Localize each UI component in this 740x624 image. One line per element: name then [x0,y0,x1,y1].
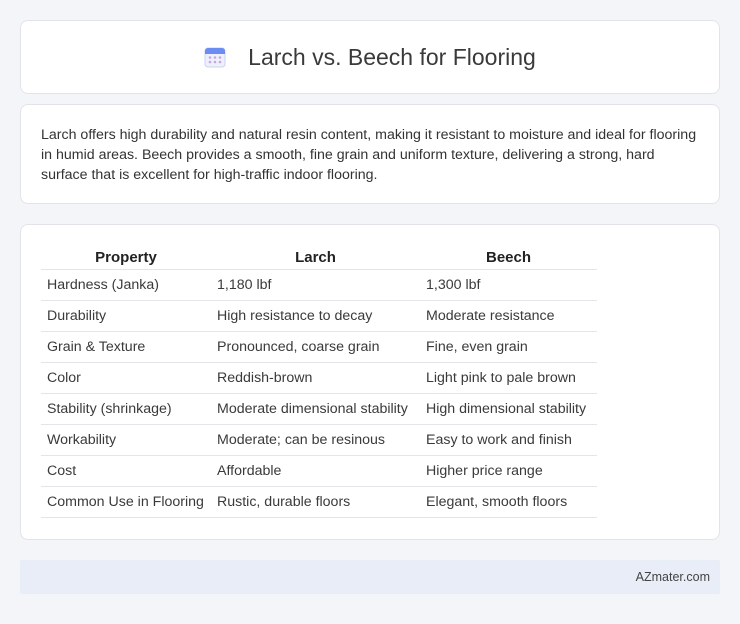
comparison-card: Property Larch Beech Hardness (Janka) 1,… [20,224,720,540]
table-row: Grain & Texture Pronounced, coarse grain… [41,331,597,363]
table-cell-beech: Easy to work and finish [420,424,597,456]
table-cell-larch: Reddish-brown [211,362,420,394]
table-row: Workability Moderate; can be resinous Ea… [41,424,597,456]
title-card: Larch vs. Beech for Flooring [20,20,720,94]
table-row: Color Reddish-brown Light pink to pale b… [41,362,597,394]
table-cell-larch: Pronounced, coarse grain [211,331,420,363]
table-cell-larch: Affordable [211,455,420,487]
title-row: Larch vs. Beech for Flooring [21,21,719,93]
table-cell-beech: Moderate resistance [420,300,597,332]
table-cell-beech: High dimensional stability [420,393,597,425]
table-cell-beech: 1,300 lbf [420,269,597,301]
table-cell-beech: Higher price range [420,455,597,487]
table-cell-larch: 1,180 lbf [211,269,420,301]
table-cell-property: Stability (shrinkage) [41,393,211,425]
column-header-property: Property [95,249,157,266]
table-row: Cost Affordable Higher price range [41,455,597,487]
table-row: Hardness (Janka) 1,180 lbf 1,300 lbf [41,269,597,301]
table-cell-property: Workability [41,424,211,456]
table-row: Common Use in Flooring Rustic, durable f… [41,486,597,518]
table-row: Stability (shrinkage) Moderate dimension… [41,393,597,425]
comparison-table: Property Larch Beech Hardness (Janka) 1,… [41,245,597,518]
column-header-larch: Larch [295,249,336,266]
table-row: Durability High resistance to decay Mode… [41,300,597,332]
table-cell-property: Common Use in Flooring [41,486,211,518]
table-cell-larch: Rustic, durable floors [211,486,420,518]
table-cell-beech: Fine, even grain [420,331,597,363]
calendar-icon [204,46,226,68]
table-cell-larch: Moderate dimensional stability [211,393,420,425]
footer-site-link[interactable]: AZmater.com [636,570,710,584]
table-header-row: Property Larch Beech [41,245,597,270]
column-header-beech: Beech [485,249,532,266]
table-cell-property: Cost [41,455,211,487]
footer-bar: AZmater.com [20,560,720,594]
table-cell-larch: Moderate; can be resinous [211,424,420,456]
intro-card: Larch offers high durability and natural… [20,104,720,204]
table-cell-larch: High resistance to decay [211,300,420,332]
table-cell-beech: Light pink to pale brown [420,362,597,394]
table-cell-property: Color [41,362,211,394]
table-cell-property: Grain & Texture [41,331,211,363]
page-title: Larch vs. Beech for Flooring [248,43,536,70]
table-cell-property: Durability [41,300,211,332]
table-cell-beech: Elegant, smooth floors [420,486,597,518]
table-cell-property: Hardness (Janka) [41,269,211,301]
intro-paragraph: Larch offers high durability and natural… [41,127,697,183]
